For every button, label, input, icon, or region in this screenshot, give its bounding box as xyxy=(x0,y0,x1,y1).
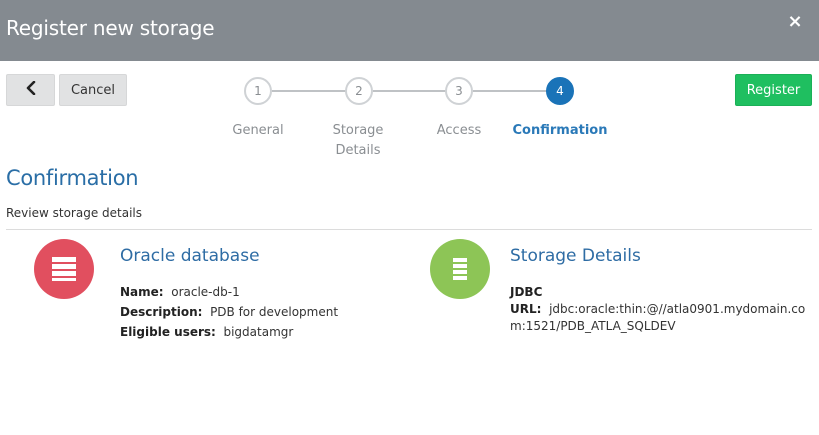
name-value: oracle-db-1 xyxy=(171,285,240,299)
oracle-card-title: Oracle database xyxy=(120,246,260,266)
back-button[interactable] xyxy=(6,74,55,106)
name-label: Name: xyxy=(120,285,164,299)
storage-icon xyxy=(430,239,490,299)
url-label: URL: xyxy=(510,302,542,316)
storage-details-title: Storage Details xyxy=(510,246,641,266)
chevron-left-icon xyxy=(25,80,37,99)
url-value-line1: jdbc:oracle:thin:@//atla0901.mydomain.co xyxy=(549,302,806,316)
section-subtitle: Review storage details xyxy=(6,206,143,220)
step-2-circle[interactable]: 2 xyxy=(345,77,373,105)
dialog-header: Register new storage × xyxy=(0,0,819,61)
close-icon[interactable]: × xyxy=(787,13,803,31)
step-3-circle[interactable]: 3 xyxy=(445,77,473,105)
eligible-users-field: Eligible users: bigdatamgr xyxy=(120,323,293,342)
step-4-label[interactable]: Confirmation xyxy=(505,121,615,141)
description-label: Description: xyxy=(120,305,203,319)
divider xyxy=(6,229,812,230)
step-1-circle[interactable]: 1 xyxy=(244,77,272,105)
cancel-button[interactable]: Cancel xyxy=(59,74,127,106)
register-button[interactable]: Register xyxy=(735,74,812,106)
step-3-label[interactable]: Access xyxy=(414,121,504,141)
eligible-users-label: Eligible users: xyxy=(120,325,216,339)
step-4-circle[interactable]: 4 xyxy=(546,77,574,105)
database-icon xyxy=(34,239,94,299)
description-value: PDB for development xyxy=(210,305,339,319)
step-1-label[interactable]: General xyxy=(213,121,303,141)
eligible-users-value: bigdatamgr xyxy=(223,325,294,339)
dialog-title: Register new storage xyxy=(6,16,215,40)
step-connector xyxy=(373,90,446,92)
url-value-line2: m:1521/PDB_ATLA_SQLDEV xyxy=(510,319,676,333)
jdbc-label: JDBC xyxy=(510,285,543,299)
name-field: Name: oracle-db-1 xyxy=(120,283,240,302)
step-connector xyxy=(272,90,346,92)
step-connector xyxy=(473,90,547,92)
section-title: Confirmation xyxy=(6,166,139,190)
description-field: Description: PDB for development xyxy=(120,303,338,322)
step-2-label[interactable]: Storage Details xyxy=(318,121,398,161)
